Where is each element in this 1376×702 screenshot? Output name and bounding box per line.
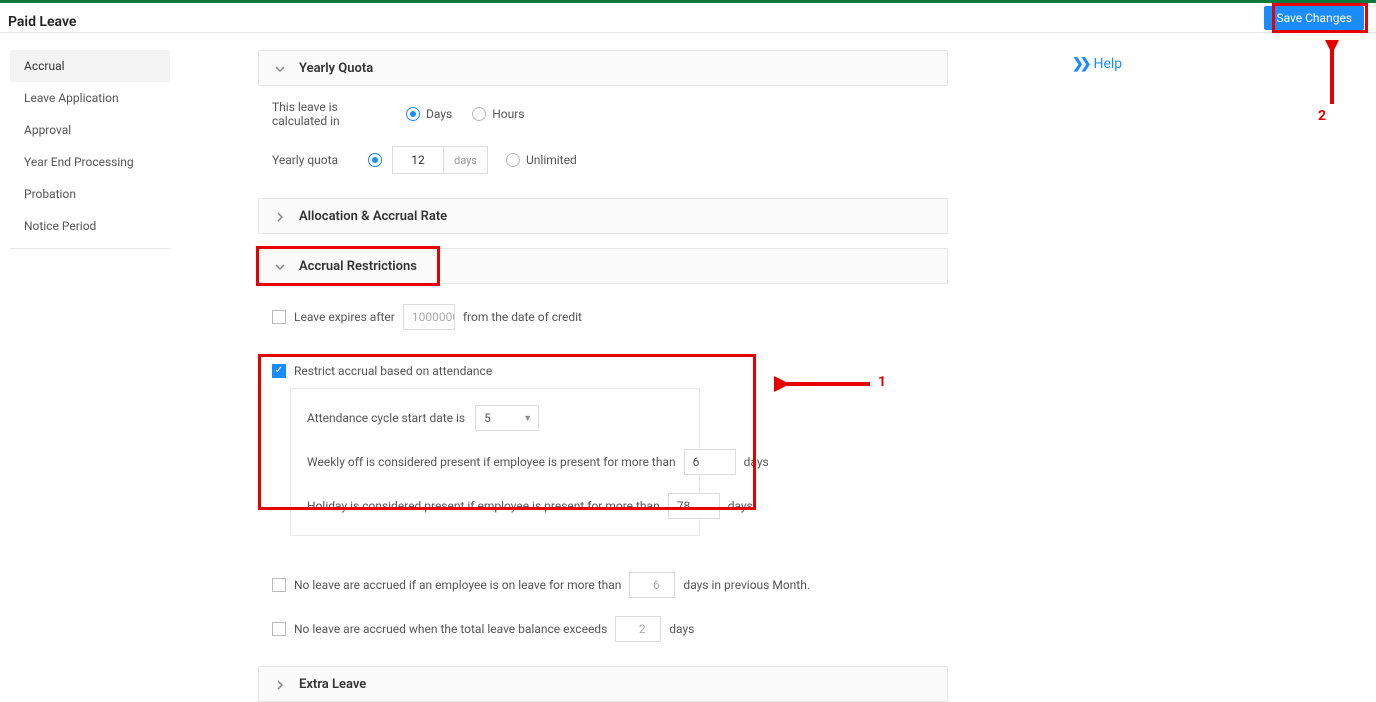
checkbox-attendance[interactable]: ✓ (272, 364, 286, 378)
section-extra-leave-header[interactable]: Extra Leave (258, 666, 948, 702)
restrictions-more: ✓ No leave are accrued if an employee is… (272, 572, 948, 642)
chevron-down-icon (275, 257, 285, 276)
holiday-value-input[interactable] (668, 493, 720, 519)
sidebar-divider (10, 248, 170, 249)
section-restrictions-title: Accrual Restrictions (299, 259, 417, 274)
help-link[interactable]: ❯❯ Help (1072, 56, 1122, 72)
annotation-arrow-1: 1 (774, 372, 884, 400)
attendance-subpanel: Attendance cycle start date is 5 ▾ Weekl… (290, 388, 700, 536)
weekly-unit: days (744, 455, 769, 469)
chevron-down-icon: ▾ (525, 413, 530, 424)
annotation-label-1: 1 (878, 374, 886, 390)
radio-days-label: Days (426, 107, 452, 121)
section-allocation-header[interactable]: Allocation & Accrual Rate (258, 198, 948, 234)
section-yearly-quota-header[interactable]: Yearly Quota (258, 50, 948, 86)
save-changes-button[interactable]: Save Changes (1264, 6, 1364, 30)
quota-value-input[interactable] (392, 146, 444, 174)
chevron-double-right-icon: ❯❯ (1072, 56, 1087, 72)
yearly-quota-body: This leave is calculated in Days Hours Y… (258, 86, 948, 198)
section-restrictions-header[interactable]: Accrual Restrictions (258, 248, 948, 284)
expire-label-post: from the date of credit (463, 310, 582, 324)
calc-label: This leave is calculated in (272, 100, 392, 128)
sidebar: Accrual Leave Application Approval Year … (10, 50, 170, 249)
expire-label-pre: Leave expires after (294, 310, 395, 324)
expire-value-input[interactable] (403, 304, 455, 330)
radio-quota-unlimited[interactable] (506, 153, 520, 167)
chevron-right-icon (275, 675, 285, 694)
sidebar-item-leave-application[interactable]: Leave Application (10, 82, 170, 114)
annotation-label-2: 2 (1318, 108, 1326, 124)
noleave1-input[interactable] (629, 572, 675, 598)
sidebar-item-probation[interactable]: Probation (10, 178, 170, 210)
section-allocation-title: Allocation & Accrual Rate (299, 209, 447, 224)
section-extra-title: Extra Leave (299, 677, 366, 692)
cycle-value: 5 (484, 411, 491, 425)
checkbox-noleave-onleave[interactable]: ✓ (272, 578, 286, 592)
help-label: Help (1093, 56, 1122, 72)
sidebar-item-year-end[interactable]: Year End Processing (10, 146, 170, 178)
holiday-label: Holiday is considered present if employe… (307, 499, 660, 513)
checkbox-noleave-balance[interactable]: ✓ (272, 622, 286, 636)
noleave2-post: days (669, 622, 694, 636)
annotation-arrow-2: 2 (1322, 40, 1342, 114)
sidebar-item-accrual[interactable]: Accrual (10, 50, 170, 82)
chevron-right-icon (275, 207, 285, 226)
weekly-label: Weekly off is considered present if empl… (307, 455, 676, 469)
sidebar-item-approval[interactable]: Approval (10, 114, 170, 146)
quota-label: Yearly quota (272, 153, 354, 167)
cycle-label: Attendance cycle start date is (307, 411, 465, 425)
radio-days[interactable] (406, 107, 420, 121)
noleave2-input[interactable] (615, 616, 661, 642)
chevron-down-icon (275, 59, 285, 78)
noleave1-pre: No leave are accrued if an employee is o… (294, 578, 621, 592)
holiday-unit: days (728, 499, 753, 513)
radio-hours[interactable] (472, 107, 486, 121)
checkbox-expire[interactable]: ✓ (272, 310, 286, 324)
radio-quota-fixed[interactable] (368, 153, 382, 167)
noleave1-post: days in previous Month. (683, 578, 810, 592)
section-yearly-title: Yearly Quota (299, 61, 373, 76)
weekly-value-input[interactable] (684, 449, 736, 475)
quota-unlimited-label: Unlimited (526, 153, 577, 167)
attendance-label: Restrict accrual based on attendance (294, 364, 492, 378)
page-header: Paid Leave (0, 3, 1376, 33)
cycle-select[interactable]: 5 ▾ (475, 405, 539, 431)
restrictions-body: ✓ Leave expires after from the date of c… (258, 284, 948, 354)
quota-unit: days (444, 146, 488, 174)
page-title: Paid Leave (8, 14, 76, 30)
radio-hours-label: Hours (492, 107, 524, 121)
noleave2-pre: No leave are accrued when the total leav… (294, 622, 607, 636)
sidebar-item-notice-period[interactable]: Notice Period (10, 210, 170, 242)
